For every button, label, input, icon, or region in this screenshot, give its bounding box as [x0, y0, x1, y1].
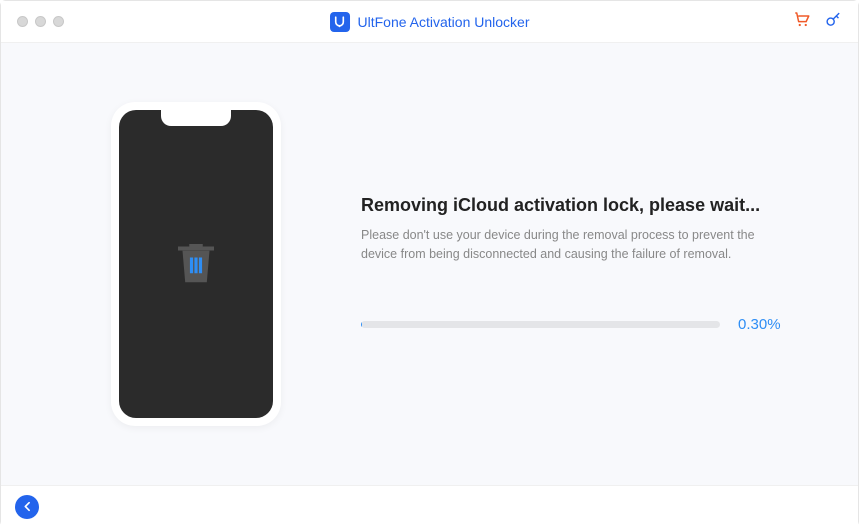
app-logo-icon	[330, 12, 350, 32]
window-minimize-dot[interactable]	[35, 16, 46, 27]
phone-notch	[161, 110, 231, 126]
title-center: UltFone Activation Unlocker	[330, 12, 530, 32]
footer	[1, 485, 858, 527]
progress-fill	[361, 321, 362, 328]
phone-illustration	[111, 102, 281, 426]
back-button[interactable]	[15, 495, 39, 519]
progress-row: 0.30%	[361, 316, 788, 333]
window-controls	[17, 16, 64, 27]
trash-icon	[169, 235, 223, 294]
window-close-dot[interactable]	[17, 16, 28, 27]
progress-percent: 0.30%	[738, 316, 788, 333]
cart-icon[interactable]	[793, 10, 811, 33]
progress-bar	[361, 321, 720, 328]
app-title: UltFone Activation Unlocker	[358, 14, 530, 30]
titlebar: UltFone Activation Unlocker	[1, 1, 858, 43]
toolbar-right	[793, 10, 842, 33]
key-icon[interactable]	[825, 11, 842, 33]
window-maximize-dot[interactable]	[53, 16, 64, 27]
subtext: Please don't use your device during the …	[361, 226, 788, 265]
phone-screen	[119, 110, 273, 418]
progress-panel: Removing iCloud activation lock, please …	[361, 195, 808, 334]
heading: Removing iCloud activation lock, please …	[361, 195, 788, 216]
main-area: Removing iCloud activation lock, please …	[1, 43, 858, 485]
